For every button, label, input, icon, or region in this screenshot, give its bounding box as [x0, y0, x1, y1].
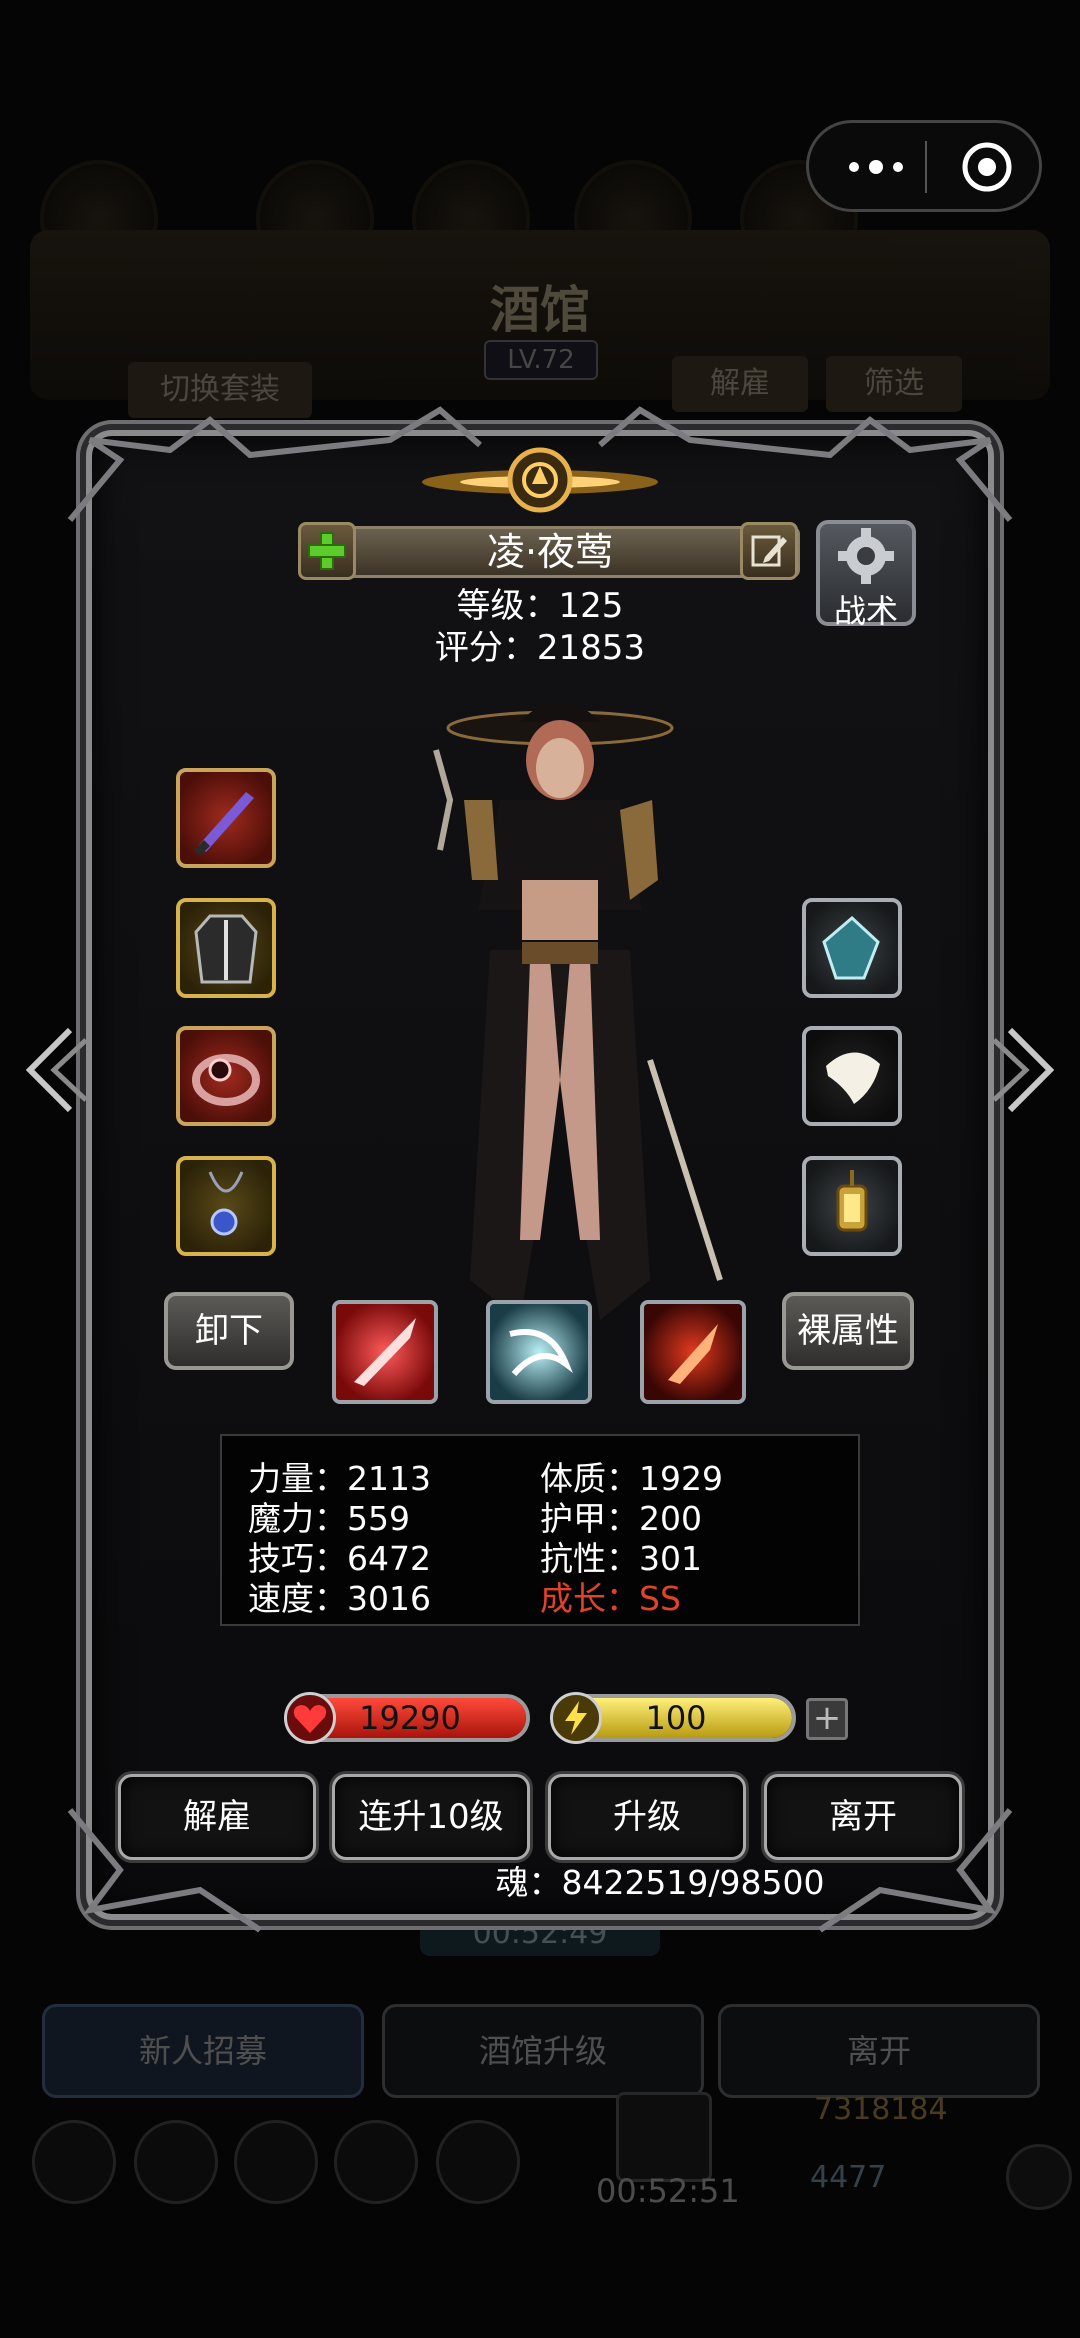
fire-blade-icon: [668, 1324, 718, 1384]
equip-slot-armor[interactable]: [176, 898, 276, 998]
prev-hero-arrow-icon[interactable]: [10, 1020, 90, 1120]
gem-amount: 4477: [810, 2160, 887, 2195]
tavern-title: 酒馆: [490, 280, 590, 339]
hero-score: 评分：21853: [434, 628, 646, 668]
ring-icon: [192, 1054, 260, 1106]
soul-counter: 魂：8422519/98500: [495, 1863, 825, 1902]
gear-icon: [838, 528, 894, 584]
add-button[interactable]: [298, 522, 356, 580]
coat-armor-icon: [194, 914, 258, 984]
gift-box-icon[interactable]: [616, 2092, 712, 2182]
bg-round-icon[interactable]: [234, 2120, 318, 2204]
lightning-icon: [550, 1692, 602, 1744]
stat-speed: 速度：3016: [248, 1579, 431, 1618]
equip-slot-feather[interactable]: [802, 1026, 902, 1126]
close-target-icon[interactable]: [961, 141, 1013, 193]
unequip-button[interactable]: 卸下: [164, 1292, 294, 1370]
bg-round-icon[interactable]: [334, 2120, 418, 2204]
tactics-label: 战术: [833, 592, 898, 630]
equip-slot-gem[interactable]: [802, 898, 902, 998]
equip-slot-amulet[interactable]: [176, 1156, 276, 1256]
more-icon[interactable]: [845, 149, 915, 185]
gold-amount: 7318184: [814, 2092, 948, 2127]
skill-slot-3[interactable]: [640, 1300, 746, 1404]
skill-slot-1[interactable]: [332, 1300, 438, 1404]
tavern-level: LV.72: [484, 340, 598, 380]
edit-name-button[interactable]: [740, 522, 798, 580]
amulet-icon: [208, 1171, 244, 1236]
add-energy-button[interactable]: +: [806, 1698, 848, 1740]
leave-button[interactable]: 离开: [764, 1774, 962, 1860]
equip-slot-weapon[interactable]: [176, 768, 276, 868]
heart-icon: [284, 1692, 336, 1744]
pencil-icon: [751, 535, 787, 567]
bg-round-icon[interactable]: [436, 2120, 520, 2204]
dagger-icon: [194, 792, 254, 856]
next-hero-arrow-icon[interactable]: [990, 1020, 1070, 1120]
tab-tavern-upgrade[interactable]: 酒馆升级: [382, 2004, 704, 2098]
gem-icon: [822, 915, 880, 980]
level-up-button[interactable]: 升级: [548, 1774, 746, 1860]
dismiss-button[interactable]: 解雇: [118, 1774, 316, 1860]
miniprogram-capsule: [806, 120, 1042, 212]
lantern-icon: [836, 1170, 868, 1232]
plus-icon: [308, 532, 346, 570]
base-attributes-button[interactable]: 裸属性: [782, 1292, 914, 1370]
bg-round-icon[interactable]: [32, 2120, 116, 2204]
feather-icon: [826, 1052, 880, 1104]
frame-emblem-icon: [422, 447, 658, 513]
skill-slot-2[interactable]: [486, 1300, 592, 1404]
bg-round-icon[interactable]: [134, 2120, 218, 2204]
tab-leave[interactable]: 离开: [718, 2004, 1040, 2098]
red-slash-icon: [354, 1318, 416, 1386]
hero-name: 凌·夜莺: [486, 530, 614, 574]
level-up-10-button[interactable]: 连升10级: [332, 1774, 530, 1860]
blue-swirl-icon: [509, 1329, 573, 1377]
tab-recruit[interactable]: 新人招募: [42, 2004, 364, 2098]
capsule-divider: [925, 141, 927, 193]
hero-portrait: [433, 701, 723, 1320]
equip-slot-ring[interactable]: [176, 1026, 276, 1126]
bg-plus-icon[interactable]: [1006, 2144, 1072, 2210]
stat-growth: 成长：SS: [540, 1579, 681, 1618]
bg-timer-2: 00:52:51: [596, 2172, 740, 2210]
equip-slot-lantern[interactable]: [802, 1156, 902, 1256]
